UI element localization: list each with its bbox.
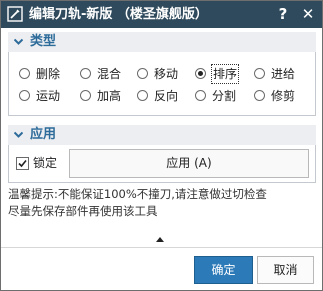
lock-checkbox[interactable]	[16, 157, 29, 170]
tip-line-1: 温馨提示:不能保证100%不撞刀,请注意做过切检查	[8, 187, 267, 201]
radio-button[interactable]	[19, 68, 30, 79]
lock-label: 锁定	[33, 156, 58, 170]
dialog-title: 编辑刀轨-新版 （楼圣旗舰版）	[29, 7, 208, 22]
type-section-body: 删除 混合 移动 排序 进给 运动 加高 反向 分割 修剪	[8, 52, 316, 116]
radio-label: 进给	[271, 67, 296, 81]
type-section-header[interactable]: 类型	[8, 32, 316, 52]
apply-section-header[interactable]: 应用	[8, 125, 316, 145]
radio-button[interactable]	[195, 90, 206, 101]
radio-button-selected[interactable]	[195, 68, 206, 79]
check-icon	[18, 159, 27, 168]
radio-label: 分割	[212, 89, 237, 103]
radio-button[interactable]	[19, 90, 30, 101]
chevron-down-icon	[14, 38, 23, 45]
type-section-title: 类型	[30, 34, 57, 49]
app-icon	[7, 6, 23, 22]
radio-button[interactable]	[80, 90, 91, 101]
title-bar[interactable]: 编辑刀轨-新版 （楼圣旗舰版） ? ✕	[1, 1, 322, 28]
radio-label: 移动	[154, 67, 179, 81]
radio-label: 反向	[154, 89, 179, 103]
radio-label: 删除	[36, 67, 61, 81]
apply-section-body: 锁定 应用 (A)	[8, 145, 316, 183]
apply-section-title: 应用	[30, 127, 57, 142]
ok-button[interactable]: 确定	[194, 256, 253, 284]
radio-button[interactable]	[254, 90, 265, 101]
radio-label: 排序	[210, 64, 240, 84]
apply-button[interactable]: 应用 (A)	[69, 149, 309, 178]
tip-line-2: 尽量先保存部件再使用该工具	[8, 204, 158, 218]
radio-button[interactable]	[80, 68, 91, 79]
radio-label: 运动	[36, 89, 61, 103]
edit-toolpath-dialog: 编辑刀轨-新版 （楼圣旗舰版） ? ✕ 类型 删除 混合 移动 排序 进给 运动…	[0, 0, 323, 291]
chevron-down-icon	[14, 131, 23, 138]
radio-label: 加高	[97, 89, 122, 103]
footer-divider	[1, 247, 322, 248]
radio-label: 混合	[97, 67, 122, 81]
cancel-button[interactable]: 取消	[257, 256, 314, 284]
expand-up-arrow-icon[interactable]	[156, 237, 164, 242]
close-button[interactable]: ✕	[297, 1, 319, 28]
radio-button[interactable]	[137, 68, 148, 79]
radio-label: 修剪	[271, 89, 296, 103]
radio-button[interactable]	[137, 90, 148, 101]
help-button[interactable]: ?	[272, 1, 294, 28]
radio-button[interactable]	[254, 68, 265, 79]
